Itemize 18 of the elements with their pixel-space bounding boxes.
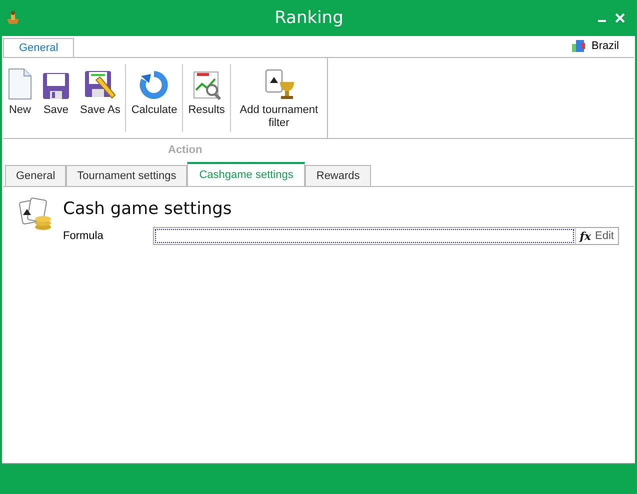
close-icon[interactable] (615, 13, 625, 23)
group-label: Action (167, 143, 204, 158)
document-icon (8, 68, 32, 100)
cubes-icon (571, 38, 588, 54)
window-title: Ranking (274, 8, 344, 28)
formula-field[interactable]: fx Edit (153, 227, 619, 245)
cards-coins-icon (17, 197, 53, 231)
section-title: Cash game settings (63, 199, 233, 219)
app-logo-icon (5, 11, 21, 25)
tab[interactable]: General (5, 165, 66, 186)
tab[interactable]: Rewards (305, 165, 371, 186)
refresh-arrow-icon (139, 70, 170, 100)
region-label: Brazil (591, 40, 619, 52)
ribbon-tab[interactable]: General (3, 38, 74, 57)
spreadsheet-chart-icon (192, 70, 222, 100)
field-label: Formula (63, 230, 104, 242)
floppy-pencil-icon (84, 70, 116, 100)
tab[interactable]: Tournament settings (66, 165, 188, 186)
